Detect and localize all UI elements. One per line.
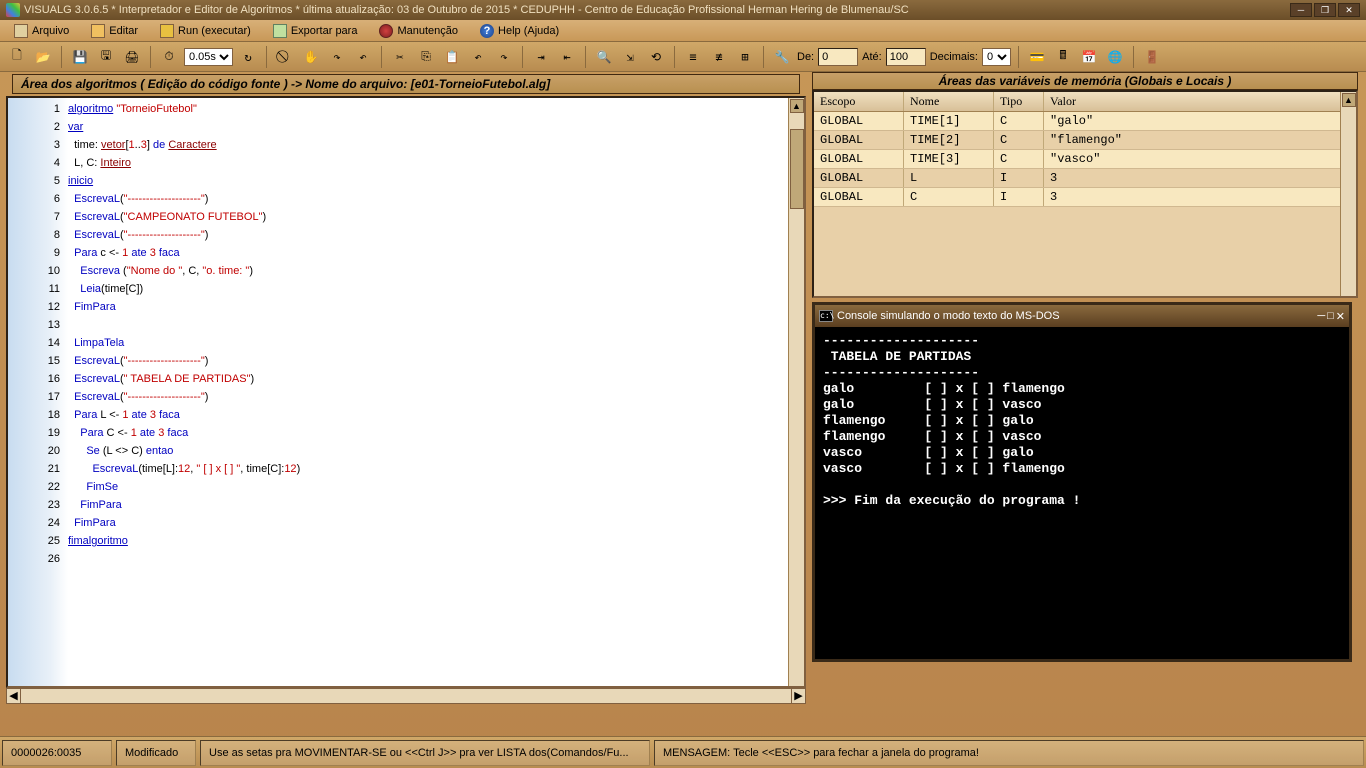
- copy-button[interactable]: ⎘: [415, 46, 437, 68]
- console-window: c:\ Console simulando o modo texto do MS…: [812, 302, 1352, 662]
- redo-button[interactable]: ↷: [493, 46, 515, 68]
- de-label: De:: [797, 51, 814, 63]
- tempo-select[interactable]: 0.05s: [184, 48, 233, 66]
- var-row[interactable]: GLOBALLI3: [814, 169, 1356, 188]
- menu-exportar[interactable]: Exportar para: [267, 22, 364, 40]
- toolbar: 🗋 📂 💾 🖫 🖨 ⏱ 0.05s ↻ ⃠ ✋ ↷ ↶ ✂ ⎘ 📋 ↶ ↷ ⇥ …: [0, 42, 1366, 72]
- status-pos: 0000026:0035: [2, 740, 112, 766]
- vars-table: Escopo Nome Tipo Valor GLOBALTIME[1]C"ga…: [812, 90, 1358, 298]
- app-icon: [6, 3, 20, 17]
- menu-arquivo[interactable]: Arquivo: [8, 22, 75, 40]
- settings-icon[interactable]: 🔧: [771, 46, 793, 68]
- menu-bar: Arquivo Editar Run (executar) Exportar p…: [0, 20, 1366, 42]
- scroll-up-icon[interactable]: ▲: [790, 99, 804, 113]
- code-editor[interactable]: 1234567891011121314151617181920212223242…: [6, 96, 806, 688]
- vertical-scrollbar[interactable]: ▲: [788, 98, 804, 686]
- var-row[interactable]: GLOBALTIME[3]C"vasco": [814, 150, 1356, 169]
- menu-editar[interactable]: Editar: [85, 22, 144, 40]
- var-row[interactable]: GLOBALTIME[2]C"flamengo": [814, 131, 1356, 150]
- scroll-right-icon[interactable]: ▶: [791, 689, 805, 703]
- undo-button[interactable]: ↶: [467, 46, 489, 68]
- console-title-text: Console simulando o modo texto do MS-DOS: [837, 310, 1060, 322]
- de-input[interactable]: [818, 48, 858, 66]
- calc-icon[interactable]: 🖩: [1052, 46, 1074, 68]
- card-icon[interactable]: 💳: [1026, 46, 1048, 68]
- close-button[interactable]: ✕: [1338, 3, 1360, 17]
- hand-button[interactable]: ✋: [300, 46, 322, 68]
- ate-input[interactable]: [886, 48, 926, 66]
- help-icon: ?: [480, 24, 494, 38]
- new-button[interactable]: 🗋: [6, 46, 28, 68]
- menu-help[interactable]: ?Help (Ajuda): [474, 22, 565, 40]
- status-msg: MENSAGEM: Tecle <<ESC>> para fechar a ja…: [654, 740, 1364, 766]
- vars-table-head: Escopo Nome Tipo Valor: [814, 92, 1356, 112]
- run-icon: [160, 24, 174, 38]
- timer-icon[interactable]: ⏱: [158, 46, 180, 68]
- restore-button[interactable]: ❐: [1314, 3, 1336, 17]
- stop-button[interactable]: ⃠: [274, 46, 296, 68]
- refresh-button[interactable]: ↻: [237, 46, 259, 68]
- find-button[interactable]: 🔍: [593, 46, 615, 68]
- status-bar: 0000026:0035 Modificado Use as setas pra…: [0, 736, 1366, 768]
- editor-header: Área dos algoritmos ( Edição do código f…: [12, 74, 800, 94]
- scroll-thumb[interactable]: [790, 129, 804, 209]
- menu-manutencao[interactable]: Manutenção: [373, 22, 464, 40]
- file-icon: [14, 24, 28, 38]
- exit-icon[interactable]: 🚪: [1141, 46, 1163, 68]
- comment-button[interactable]: ≡: [682, 46, 704, 68]
- console-maximize-button[interactable]: □: [1327, 310, 1334, 323]
- print-button[interactable]: 🖨: [121, 46, 143, 68]
- replace-button[interactable]: ⟲: [645, 46, 667, 68]
- save-button[interactable]: 💾: [69, 46, 91, 68]
- minimize-button[interactable]: ─: [1290, 3, 1312, 17]
- status-state: Modificado: [116, 740, 196, 766]
- menu-run[interactable]: Run (executar): [154, 22, 257, 40]
- console-titlebar[interactable]: c:\ Console simulando o modo texto do MS…: [815, 305, 1349, 327]
- vars-header: Áreas das variáveis de memória (Globais …: [812, 72, 1358, 90]
- decimais-label: Decimais:: [930, 51, 978, 63]
- status-hint: Use as setas pra MOVIMENTAR-SE ou <<Ctrl…: [200, 740, 650, 766]
- vars-scrollbar[interactable]: ▲: [1340, 92, 1356, 296]
- step-over-button[interactable]: ↶: [352, 46, 374, 68]
- horizontal-scrollbar[interactable]: ◀ ▶: [6, 688, 806, 704]
- globe-icon[interactable]: 🌐: [1104, 46, 1126, 68]
- scroll-left-icon[interactable]: ◀: [7, 689, 21, 703]
- ate-label: Até:: [862, 51, 882, 63]
- var-row[interactable]: GLOBALTIME[1]C"galo": [814, 112, 1356, 131]
- console-icon: c:\: [819, 310, 833, 322]
- toggle-button[interactable]: ⊞: [734, 46, 756, 68]
- scroll-up-icon[interactable]: ▲: [1342, 93, 1356, 107]
- title-bar: VISUALG 3.0.6.5 * Interpretador e Editor…: [0, 0, 1366, 20]
- decimais-select[interactable]: 0: [982, 48, 1011, 66]
- title-text: VISUALG 3.0.6.5 * Interpretador e Editor…: [24, 4, 909, 16]
- col-escopo[interactable]: Escopo: [814, 92, 904, 111]
- unindent-button[interactable]: ⇤: [556, 46, 578, 68]
- console-minimize-button[interactable]: ─: [1317, 310, 1325, 323]
- uncomment-button[interactable]: ≢: [708, 46, 730, 68]
- indent-button[interactable]: ⇥: [530, 46, 552, 68]
- paste-button[interactable]: 📋: [441, 46, 463, 68]
- find-next-button[interactable]: ⇲: [619, 46, 641, 68]
- col-nome[interactable]: Nome: [904, 92, 994, 111]
- save-as-button[interactable]: 🖫: [95, 46, 117, 68]
- code-lines[interactable]: algoritmo "TorneioFutebol"var time: veto…: [68, 98, 804, 686]
- line-gutter: 1234567891011121314151617181920212223242…: [8, 98, 68, 686]
- console-close-button[interactable]: ✕: [1336, 310, 1345, 323]
- var-row[interactable]: GLOBALCI3: [814, 188, 1356, 207]
- col-tipo[interactable]: Tipo: [994, 92, 1044, 111]
- console-body[interactable]: -------------------- TABELA DE PARTIDAS …: [815, 327, 1349, 659]
- calendar-icon[interactable]: 📅: [1078, 46, 1100, 68]
- col-valor[interactable]: Valor: [1044, 92, 1356, 111]
- maintenance-icon: [379, 24, 393, 38]
- cut-button[interactable]: ✂: [389, 46, 411, 68]
- edit-icon: [91, 24, 105, 38]
- open-button[interactable]: 📂: [32, 46, 54, 68]
- export-icon: [273, 24, 287, 38]
- step-button[interactable]: ↷: [326, 46, 348, 68]
